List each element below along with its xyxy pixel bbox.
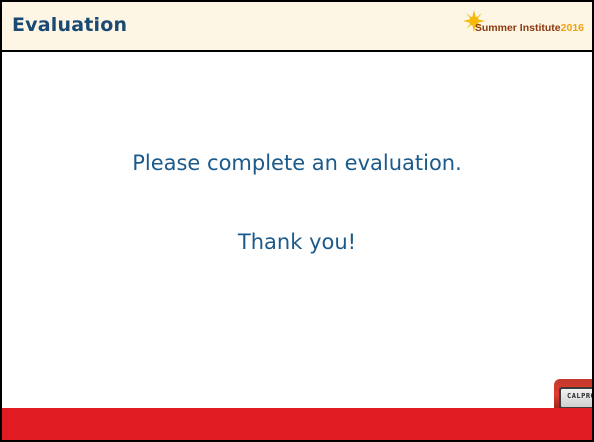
calpro-logo-text: CALPRO xyxy=(567,392,592,400)
logo-year: 2016 xyxy=(560,22,584,34)
thank-you-message: Thank you! xyxy=(237,230,357,254)
footer-bar xyxy=(2,408,592,440)
logo-name: Summer Institute xyxy=(474,22,561,34)
calpro-badge: CALPRO xyxy=(559,387,592,409)
slide: Evaluation Summer Institute2016 Please c… xyxy=(0,0,594,442)
slide-header: Evaluation Summer Institute2016 xyxy=(2,2,592,52)
evaluation-message: Please complete an evaluation. xyxy=(132,151,462,175)
summer-institute-logo: Summer Institute2016 xyxy=(462,10,584,40)
logo-text: Summer Institute2016 xyxy=(469,22,584,34)
slide-title: Evaluation xyxy=(12,14,128,36)
